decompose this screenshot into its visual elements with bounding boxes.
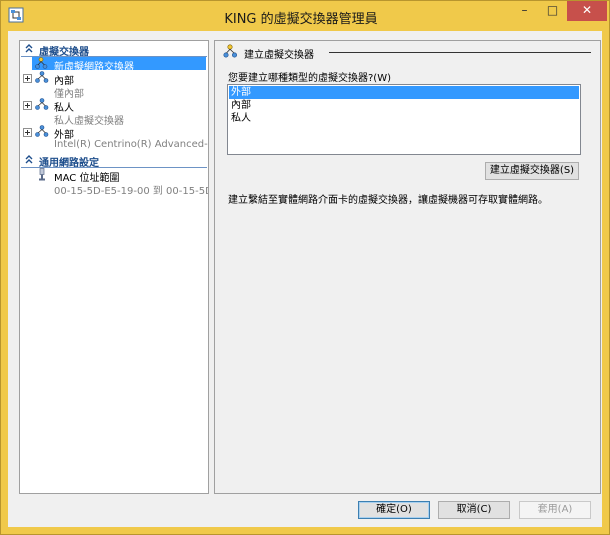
- network-adapter-icon: [35, 168, 49, 181]
- switch-type-list[interactable]: 外部 內部 私人: [227, 84, 581, 155]
- title-bar[interactable]: KING 的虛擬交換器管理員 – □ ✕: [1, 1, 609, 31]
- collapse-chevron-icon[interactable]: [24, 154, 34, 166]
- tree-item-private[interactable]: 私人 私人虛擬交換器: [20, 98, 208, 127]
- window-title: KING 的虛擬交換器管理員: [224, 12, 378, 27]
- close-button[interactable]: ✕: [567, 1, 607, 21]
- collapse-chevron-icon[interactable]: [24, 43, 34, 55]
- switch-icon: [35, 71, 49, 84]
- switch-type-option[interactable]: 外部: [229, 86, 579, 99]
- client-area: 虛擬交換器 新虛擬網路交換器 內部 僅內部 私人 私人虛擬交換器 外部 Inte…: [8, 31, 602, 527]
- switch-tree[interactable]: 虛擬交換器 新虛擬網路交換器 內部 僅內部 私人 私人虛擬交換器 外部 Inte…: [19, 40, 209, 494]
- switch-type-description: 建立繫結至實體網路介面卡的虛擬交換器，讓虛擬機器可存取實體網路。: [228, 195, 548, 206]
- apply-button[interactable]: 套用(A): [519, 501, 591, 519]
- expand-plus-icon[interactable]: [23, 101, 32, 110]
- expand-plus-icon[interactable]: [23, 128, 32, 137]
- create-switch-button[interactable]: 建立虛擬交換器(S): [485, 162, 579, 180]
- expand-plus-icon[interactable]: [23, 74, 32, 83]
- section-global-network-settings[interactable]: 通用網路設定: [21, 153, 207, 169]
- maximize-button[interactable]: □: [539, 1, 566, 21]
- window: KING 的虛擬交換器管理員 – □ ✕ 虛擬交換器 新虛擬網路交換器 內部 僅…: [0, 0, 610, 535]
- ok-button[interactable]: 確定(O): [358, 501, 430, 519]
- tree-item-internal[interactable]: 內部 僅內部: [20, 71, 208, 100]
- tree-item-mac-range[interactable]: MAC 位址範圍 00-15-5D-E5-19-00 到 00-15-5D-E.…: [20, 168, 208, 197]
- tree-item-detail: 00-15-5D-E5-19-00 到 00-15-5D-E...: [54, 186, 208, 197]
- switch-type-option[interactable]: 內部: [229, 99, 579, 112]
- switch-type-question: 您要建立哪種類型的虛擬交換器?(W): [228, 73, 391, 84]
- switch-icon: [35, 98, 49, 111]
- pane-title: 建立虛擬交換器: [244, 50, 314, 61]
- switch-icon: [35, 125, 49, 138]
- header-divider: [329, 52, 591, 53]
- app-icon[interactable]: [8, 7, 24, 23]
- minimize-button[interactable]: –: [511, 1, 538, 21]
- new-switch-icon: [223, 44, 238, 59]
- section-label: 虛擬交換器: [39, 47, 89, 58]
- section-virtual-switches[interactable]: 虛擬交換器: [21, 42, 207, 58]
- new-switch-icon: [35, 57, 49, 70]
- tree-item-external[interactable]: 外部 Intel(R) Centrino(R) Advanced-N 6...: [20, 125, 208, 151]
- cancel-button[interactable]: 取消(C): [438, 501, 510, 519]
- details-pane: 建立虛擬交換器 您要建立哪種類型的虛擬交換器?(W) 外部 內部 私人 建立虛擬…: [214, 40, 601, 494]
- switch-type-option[interactable]: 私人: [229, 112, 579, 125]
- pane-header: 建立虛擬交換器: [223, 44, 593, 61]
- tree-item-detail: Intel(R) Centrino(R) Advanced-N 6...: [54, 139, 208, 150]
- section-label: 通用網路設定: [39, 158, 99, 169]
